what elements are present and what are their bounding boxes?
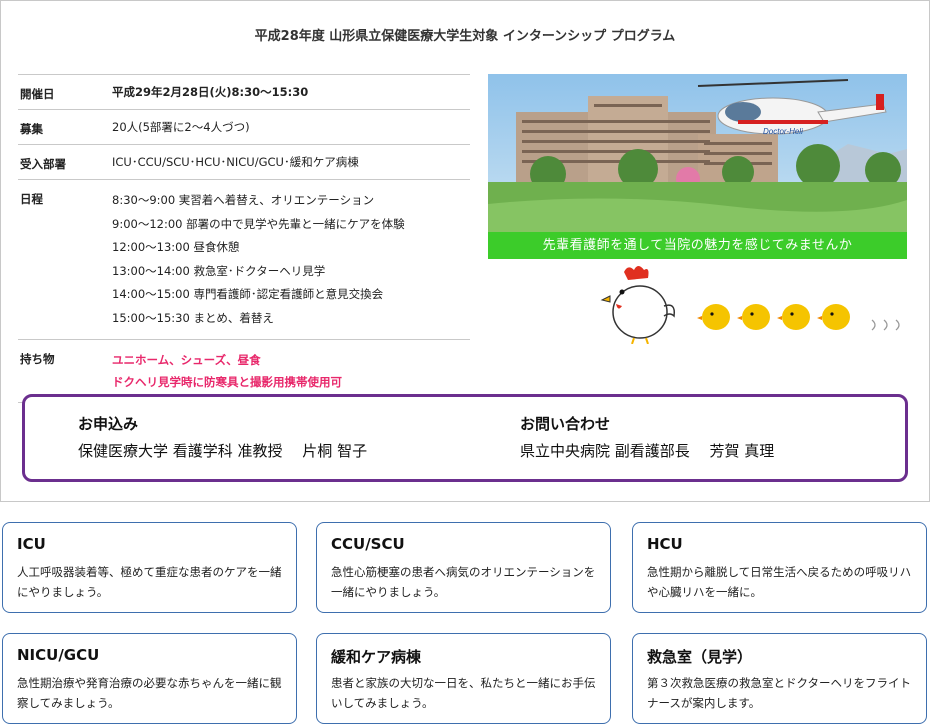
schedule-item: 12:00〜13:00 昼食休憩 <box>112 240 240 254</box>
unit-card-title: ICU <box>17 535 46 553</box>
unit-card-description: 急性心筋梗塞の患者へ病気のオリエンテーションを一緒にやりましょう。 <box>331 565 596 599</box>
schedule-item: 8:30〜9:00 実習着へ着替え、オリエンテーション <box>112 193 375 207</box>
apply-contact: 保健医療大学 看護学科 准教授 片桐 智子 <box>78 442 368 460</box>
unit-card-description: 患者と家族の大切な一日を、私たちと一緒にお手伝いしてみましょう。 <box>331 676 596 710</box>
hospital-photo: Doctor-Heli 先輩看護師を通して当院の魅力を感じてみませんか <box>488 74 907 259</box>
chick-icon <box>777 304 810 330</box>
unit-card-nicu-gcu: NICU/GCU 急性期治療や発育治療の必要な赤ちゃんを一緒に観察してみましょう… <box>2 633 297 724</box>
schedule-item: 9:00〜12:00 部署の中で見学や先輩と一緒にケアを体験 <box>112 216 405 231</box>
unit-card-title: CCU/SCU <box>331 535 405 553</box>
info-value-recruit: 20人(5部署に2〜4人づつ) <box>110 109 470 145</box>
inquiry-heading: お問い合わせ <box>520 415 611 433</box>
unit-card-hcu: HCU 急性期から離脱して日常生活へ戻るための呼吸リハや心臓リハを一緒に。 <box>632 522 927 613</box>
unit-card-icu: ICU 人工呼吸器装着等、極めて重症な患者のケアを一緒にやりましょう。 <box>2 522 297 613</box>
unit-card-title: NICU/GCU <box>17 646 100 664</box>
schedule-item: 13:00〜14:00 救急室･ドクターヘリ見学 <box>112 263 326 278</box>
heli-label: Doctor-Heli <box>763 127 803 136</box>
schedule-item: 14:00〜15:00 専門看護師･認定看護師と意見交換会 <box>112 287 384 301</box>
info-value-date: 平成29年2月28日(火)8:30〜15:30 <box>110 74 470 110</box>
schedule-item: 15:00〜15:30 まとめ、着替え <box>112 310 274 325</box>
info-row-schedule: 日程 8:30〜9:00 実習着へ着替え、オリエンテーション 9:00〜12:0… <box>18 179 470 340</box>
info-value-dept: ICU･CCU/SCU･HCU･NICU/GCU･緩和ケア病棟 <box>110 144 470 180</box>
apply-section: お申込み 保健医療大学 看護学科 准教授 片桐 智子 <box>78 413 367 461</box>
photo-banner: 先輩看護師を通して当院の魅力を感じてみませんか <box>488 232 907 259</box>
page-title: 平成28年度 山形県立保健医療大学生対象 インターンシップ プログラム <box>254 29 676 44</box>
motion-marks <box>871 319 900 331</box>
chick-icon <box>817 304 850 330</box>
info-label: 受入部署 <box>18 144 110 180</box>
chick-icon <box>737 304 770 330</box>
contact-box: お申込み 保健医療大学 看護学科 准教授 片桐 智子 お問い合わせ 県立中央病院… <box>22 394 908 482</box>
unit-card-title: HCU <box>647 535 683 553</box>
items-line: ユニホーム、シューズ、昼食 <box>112 353 261 367</box>
chick-icon <box>697 304 730 330</box>
info-label: 開催日 <box>18 74 110 110</box>
schedule-list: 8:30〜9:00 実習着へ着替え、オリエンテーション 9:00〜12:00 部… <box>110 179 470 340</box>
unit-card-palliative: 緩和ケア病棟 患者と家族の大切な一日を、私たちと一緒にお手伝いしてみましょう。 <box>316 633 611 724</box>
unit-card-description: 急性期治療や発育治療の必要な赤ちゃんを一緒に観察してみましょう。 <box>17 676 282 710</box>
items-line: ドクヘリ見学時に防寒具と撮影用携帯使用可 <box>112 375 342 389</box>
info-row-dept: 受入部署 ICU･CCU/SCU･HCU･NICU/GCU･緩和ケア病棟 <box>18 144 470 180</box>
info-label: 日程 <box>18 179 110 340</box>
unit-card-title: 緩和ケア病棟 <box>331 648 422 666</box>
info-row-date: 開催日 平成29年2月28日(火)8:30〜15:30 <box>18 74 470 110</box>
program-info-table: 開催日 平成29年2月28日(火)8:30〜15:30 募集 20人(5部署に2… <box>18 74 470 403</box>
unit-card-ccu-scu: CCU/SCU 急性心筋梗塞の患者へ病気のオリエンテーションを一緒にやりましょう… <box>316 522 611 613</box>
unit-card-description: 急性期から離脱して日常生活へ戻るための呼吸リハや心臓リハを一緒に。 <box>647 565 912 599</box>
info-label: 募集 <box>18 109 110 145</box>
unit-card-title: 救急室（見学） <box>647 648 753 666</box>
inquiry-contact: 県立中央病院 副看護部長 芳賀 真理 <box>520 442 775 460</box>
rooster-icon <box>600 266 676 344</box>
apply-heading: お申込み <box>78 415 139 433</box>
inquiry-section: お問い合わせ 県立中央病院 副看護部長 芳賀 真理 <box>520 413 774 461</box>
unit-card-emergency: 救急室（見学） 第３次救急医療の救急室とドクターヘリをフライトナースが案内します… <box>632 633 927 724</box>
info-row-recruit: 募集 20人(5部署に2〜4人づつ) <box>18 109 470 145</box>
mascot-illustration <box>600 266 900 344</box>
unit-card-description: 人工呼吸器装着等、極めて重症な患者のケアを一緒にやりましょう。 <box>17 565 282 599</box>
unit-card-description: 第３次救急医療の救急室とドクターヘリをフライトナースが案内します。 <box>647 676 912 710</box>
